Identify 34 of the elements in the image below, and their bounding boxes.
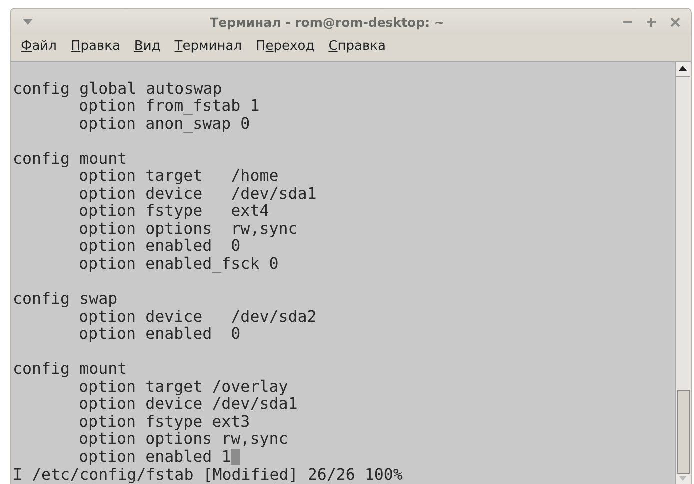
- terminal-line: option target /home: [79, 167, 279, 185]
- terminal-line: config mount: [13, 360, 128, 378]
- status-line: I /etc/config/fstab [Modified] 26/26 100%: [13, 466, 404, 484]
- menu-item[interactable]: Справка: [328, 39, 386, 54]
- maximize-icon[interactable]: [646, 16, 657, 28]
- terminal-line: option enabled 0: [79, 325, 241, 343]
- scrollbar[interactable]: [675, 62, 691, 484]
- terminal-line: option options rw,sync: [79, 220, 298, 238]
- terminal-line: option fstype ext4: [79, 202, 270, 220]
- terminal-line: option options rw,sync: [79, 430, 288, 448]
- close-icon[interactable]: [670, 16, 681, 28]
- scroll-down-icon[interactable]: [676, 474, 690, 484]
- terminal-line: option enabled_fsck 0: [79, 255, 279, 273]
- terminal-line: option target /overlay: [79, 378, 288, 396]
- menu-item[interactable]: Переход: [256, 39, 315, 54]
- terminal-line: option device /dev/sda2: [79, 308, 317, 326]
- menu-item[interactable]: Вид: [134, 39, 161, 54]
- terminal-line: option enabled 0: [79, 237, 241, 256]
- window-title: Терминал - rom@rom-desktop: ~: [209, 14, 446, 30]
- terminal-line: option from_fstab 1: [79, 97, 260, 115]
- terminal-line: option enabled 1: [79, 448, 232, 466]
- window-menu-icon[interactable]: [23, 19, 33, 25]
- terminal-line: config global autoswap: [13, 80, 224, 98]
- scrollbar-thumb[interactable]: [677, 390, 690, 474]
- menu-item[interactable]: Терминал: [174, 39, 242, 54]
- terminal-line: option fstype ext3: [79, 412, 250, 430]
- terminal-line: option device /dev/sda1: [79, 184, 317, 202]
- terminal-line: config swap: [13, 290, 119, 308]
- terminal-line: option device /dev/sda1: [79, 395, 298, 413]
- scroll-up-icon[interactable]: [676, 62, 690, 77]
- terminal-line: config mount: [13, 150, 128, 168]
- menu-item[interactable]: Файл: [21, 39, 57, 54]
- menu-item[interactable]: Правка: [70, 39, 120, 54]
- terminal-line: option anon_swap 0: [79, 114, 250, 132]
